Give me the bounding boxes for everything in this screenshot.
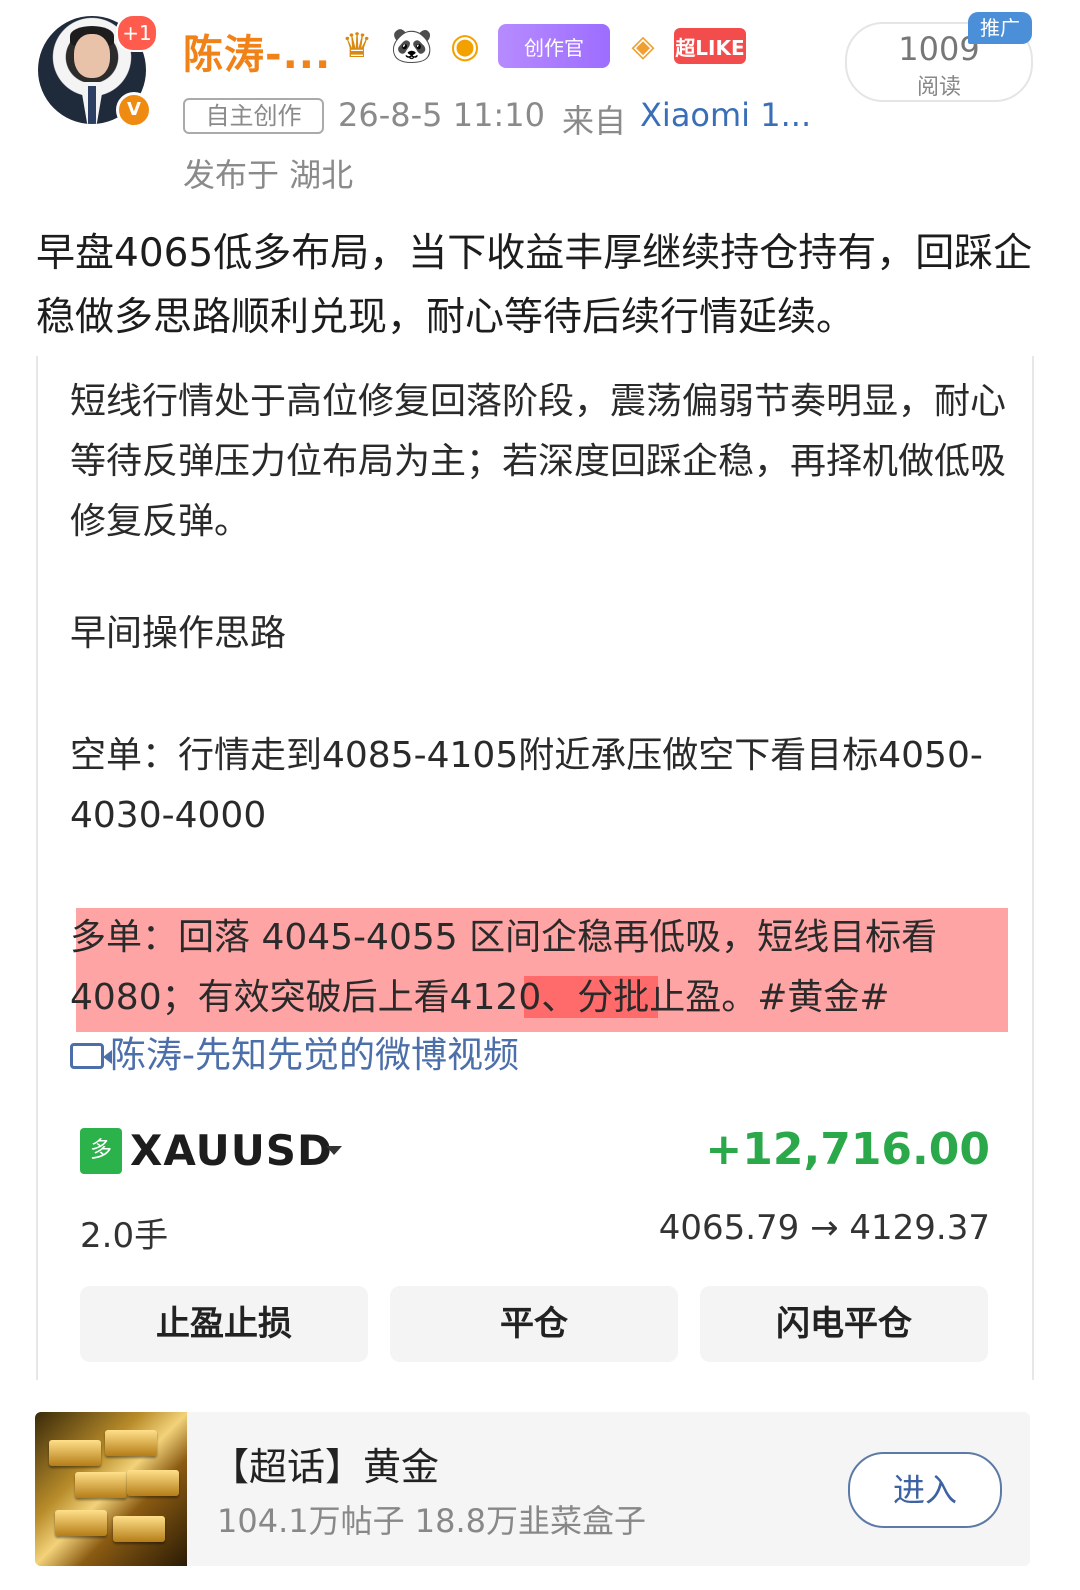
post-timestamp: 26-8-5 11:10 <box>338 96 545 134</box>
direction-badge: 多 <box>80 1128 122 1174</box>
source-device-link[interactable]: Xiaomi 1... <box>640 96 811 134</box>
take-profit-stop-loss-button[interactable]: 止盈止损 <box>80 1286 368 1362</box>
panda-icon[interactable]: 🐼 <box>388 24 436 68</box>
topic-stats: 104.1万帖子 18.8万韭菜盒子 <box>217 1502 647 1540</box>
trade-lots: 2.0手 <box>80 1216 169 1256</box>
fish-icon[interactable]: ◉ <box>440 24 490 68</box>
read-label: 阅读 <box>916 75 961 100</box>
analysis-paragraph: 短线行情处于高位修复回落阶段，震荡偏弱节奏明显，耐心等待反弹压力位布局为主；若深… <box>70 381 1007 542</box>
source-label: 来自 <box>562 102 627 140</box>
super-like-badge[interactable]: 超LIKE <box>674 28 746 64</box>
promo-badge[interactable]: 推广 <box>968 12 1032 44</box>
creator-badge[interactable]: 创作官 <box>498 24 610 68</box>
verified-icon: V <box>116 92 152 128</box>
enter-button[interactable]: 进入 <box>848 1452 1002 1528</box>
trade-pnl: +12,716.00 <box>705 1124 990 1175</box>
flash-close-button[interactable]: 闪电平仓 <box>700 1286 988 1362</box>
trade-symbol[interactable]: XAUUSD <box>130 1126 333 1175</box>
strategy-heading: 早间操作思路 <box>70 613 287 654</box>
crown-icon[interactable]: ♛ <box>330 24 384 68</box>
original-tag: 自主创作 <box>183 98 324 134</box>
gold-bars-thumbnail <box>35 1412 187 1566</box>
avatar-plus-badge: +1 <box>116 14 158 52</box>
topic-title: 【超话】黄金 <box>211 1445 440 1489</box>
post-text: 早盘4065低多布局，当下收益丰厚继续持仓持有，回踩企稳做多思路顺利兑现，耐心等… <box>36 231 1033 340</box>
video-link-text: 陈涛-先知先觉的微博视频 <box>110 1035 519 1076</box>
avatar-tie <box>88 86 96 124</box>
video-link[interactable]: 陈涛-先知先觉的微博视频 <box>70 1026 519 1086</box>
post-image-card[interactable]: 短线行情处于高位修复回落阶段，震荡偏弱节奏明显，耐心等待反弹压力位布局为主；若深… <box>36 356 1034 1380</box>
gem-icon[interactable]: ◈ <box>620 24 666 68</box>
username[interactable]: 陈涛-... <box>183 22 331 80</box>
trade-prices: 4065.79 → 4129.37 <box>658 1208 990 1248</box>
long-strategy: 多单：回落 4045-4055 区间企稳再低吸，短线目标看4080；有效突破后上… <box>70 917 938 1018</box>
post-location: 发布于 湖北 <box>183 156 354 194</box>
close-position-button[interactable]: 平仓 <box>390 1286 678 1362</box>
super-topic-card[interactable]: 【超话】黄金 104.1万帖子 18.8万韭菜盒子 进入 <box>35 1412 1030 1566</box>
caret-down-icon[interactable] <box>326 1146 342 1155</box>
short-strategy: 空单：行情走到4085-4105附近承压做空下看目标4050-4030-4000 <box>70 735 983 836</box>
avatar-face <box>74 34 110 78</box>
video-camera-icon <box>70 1043 112 1069</box>
